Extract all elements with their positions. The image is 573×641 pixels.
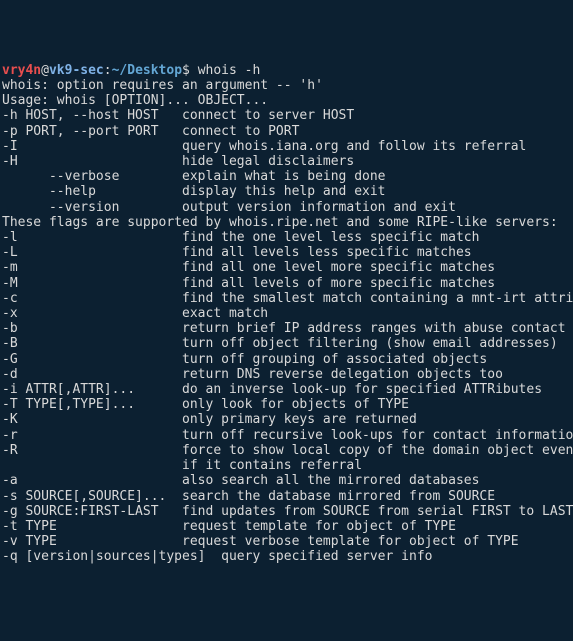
- output-line: -T TYPE[,TYPE]... only look for objects …: [2, 397, 573, 412]
- output-line: -K only primary keys are returned: [2, 412, 573, 427]
- prompt-dollar: $: [182, 63, 198, 78]
- output-line: -x exact match: [2, 306, 573, 321]
- output-line: -a also search all the mirrored database…: [2, 473, 573, 488]
- output-line: -r turn off recursive look-ups for conta…: [2, 428, 573, 443]
- output-line: if it contains referral: [2, 458, 573, 473]
- output-line: These flags are supported by whois.ripe.…: [2, 215, 573, 230]
- prompt-line: vry4n@vk9-sec:~/Desktop$ whois -h: [2, 63, 573, 78]
- output-line: --verbose explain what is being done: [2, 169, 573, 184]
- prompt-colon: :: [104, 63, 112, 78]
- output-line: -l find the one level less specific matc…: [2, 230, 573, 245]
- output-line: -d return DNS reverse delegation objects…: [2, 367, 573, 382]
- output-line: -m find all one level more specific matc…: [2, 260, 573, 275]
- output-line: -H hide legal disclaimers: [2, 154, 573, 169]
- output-line: -v TYPE request verbose template for obj…: [2, 534, 573, 549]
- output-line: -M find all levels of more specific matc…: [2, 276, 573, 291]
- output-line: -h HOST, --host HOST connect to server H…: [2, 108, 573, 123]
- prompt-cwd: Desktop: [127, 63, 182, 78]
- prompt-user: vry4n: [2, 63, 41, 78]
- typed-command: whois -h: [198, 63, 261, 78]
- prompt-at: @: [41, 63, 49, 78]
- output-line: -B turn off object filtering (show email…: [2, 336, 573, 351]
- output-line: -c find the smallest match containing a …: [2, 291, 573, 306]
- output-line: --help display this help and exit: [2, 184, 573, 199]
- output-line: whois: option requires an argument -- 'h…: [2, 78, 573, 93]
- output-line: -g SOURCE:FIRST-LAST find updates from S…: [2, 504, 573, 519]
- output-line: -G turn off grouping of associated objec…: [2, 352, 573, 367]
- prompt-host: vk9-sec: [49, 63, 104, 78]
- prompt-tilde: ~/: [112, 63, 128, 78]
- output-line: --version output version information and…: [2, 200, 573, 215]
- output-line: -b return brief IP address ranges with a…: [2, 321, 573, 336]
- output-line: -q [version|sources|types] query specifi…: [2, 549, 573, 564]
- output-line: -i ATTR[,ATTR]... do an inverse look-up …: [2, 382, 573, 397]
- terminal[interactable]: vry4n@vk9-sec:~/Desktop$ whois -hwhois: …: [0, 61, 573, 565]
- output-line: -p PORT, --port PORT connect to PORT: [2, 124, 573, 139]
- output-line: -R force to show local copy of the domai…: [2, 443, 573, 458]
- output-line: -s SOURCE[,SOURCE]... search the databas…: [2, 489, 573, 504]
- output-line: -I query whois.iana.org and follow its r…: [2, 139, 573, 154]
- output-line: Usage: whois [OPTION]... OBJECT...: [2, 93, 573, 108]
- output-line: -L find all levels less specific matches: [2, 245, 573, 260]
